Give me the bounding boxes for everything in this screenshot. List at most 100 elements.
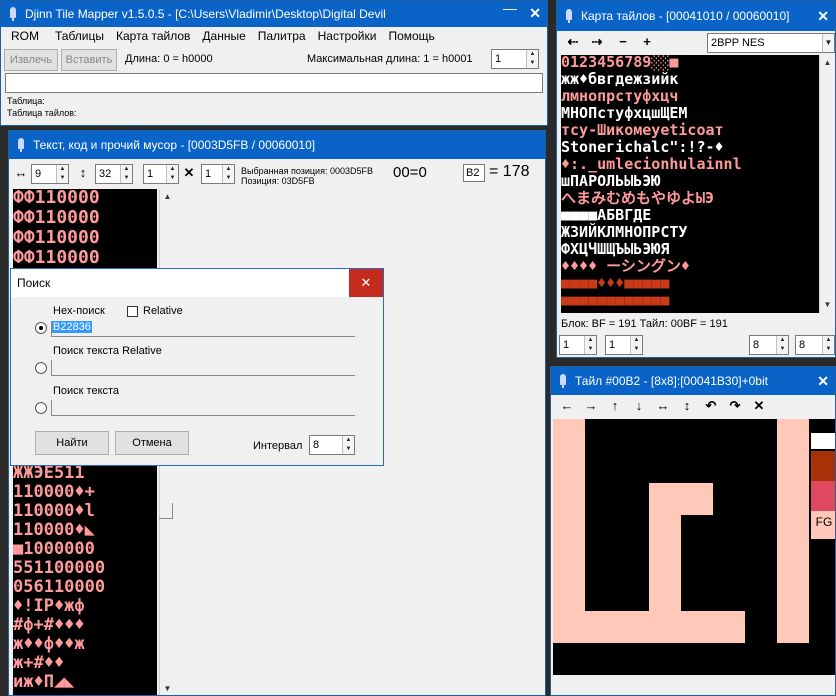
spin-arrows-icon[interactable]: ▲ ▼ bbox=[584, 336, 596, 354]
format-select[interactable]: 2BPP NES ▼ bbox=[707, 33, 835, 53]
pixel[interactable] bbox=[713, 419, 745, 451]
pixel[interactable] bbox=[681, 611, 713, 643]
pixel[interactable] bbox=[777, 579, 809, 611]
tile-tool-3-icon[interactable]: ↓ bbox=[627, 397, 651, 415]
pixel[interactable] bbox=[553, 579, 585, 611]
text-search-input[interactable] bbox=[51, 400, 355, 416]
pixel[interactable] bbox=[585, 483, 617, 515]
spin-arrows-icon[interactable]: ▲ ▼ bbox=[526, 50, 538, 68]
insert-button[interactable]: Вставить bbox=[61, 49, 117, 71]
text-title-bar[interactable]: Текст, код и прочий мусор - [0003D5FB / … bbox=[9, 131, 545, 159]
menu-help[interactable]: Помощь bbox=[382, 27, 440, 47]
pixel[interactable] bbox=[553, 515, 585, 547]
text-search-radio[interactable] bbox=[35, 402, 47, 414]
pixel[interactable] bbox=[777, 547, 809, 579]
spin-arrows-icon[interactable]: ▲ ▼ bbox=[166, 165, 178, 183]
palette-swatch-0[interactable] bbox=[811, 433, 835, 449]
pixel[interactable] bbox=[681, 547, 713, 579]
tilemap-spin-3[interactable]: 8 ▲ ▼ bbox=[749, 335, 789, 355]
pixel[interactable] bbox=[681, 483, 713, 515]
pixel[interactable] bbox=[681, 419, 713, 451]
tilemap-scrollbar[interactable]: ▲ ▼ bbox=[819, 55, 835, 313]
pixel[interactable] bbox=[681, 643, 713, 675]
pixel[interactable] bbox=[553, 547, 585, 579]
menu-data[interactable]: Данные bbox=[196, 27, 251, 47]
scroll-up-icon[interactable]: ▲ bbox=[160, 189, 175, 205]
hex-box[interactable]: B2 bbox=[463, 164, 485, 182]
menu-settings[interactable]: Настройки bbox=[312, 27, 383, 47]
pixel[interactable] bbox=[745, 547, 777, 579]
width-resize-icon[interactable]: ↔ bbox=[13, 166, 29, 180]
pixel[interactable] bbox=[713, 515, 745, 547]
pixel[interactable] bbox=[713, 611, 745, 643]
pixel[interactable] bbox=[585, 515, 617, 547]
pixel[interactable] bbox=[617, 547, 649, 579]
arrow-right-icon[interactable]: ⇢ bbox=[589, 35, 605, 49]
cancel-button[interactable]: Отмена bbox=[115, 431, 189, 455]
pixel[interactable] bbox=[681, 451, 713, 483]
spin-arrows-icon[interactable]: ▲ ▼ bbox=[630, 336, 642, 354]
pixel[interactable] bbox=[745, 483, 777, 515]
pixel[interactable] bbox=[553, 451, 585, 483]
palette-swatch-1[interactable] bbox=[811, 451, 835, 481]
pixel[interactable] bbox=[617, 515, 649, 547]
chevron-down-icon[interactable]: ▼ bbox=[822, 34, 834, 52]
pixel[interactable] bbox=[713, 547, 745, 579]
tile-tool-7-icon[interactable]: ↷ bbox=[723, 397, 747, 415]
pixel[interactable] bbox=[713, 451, 745, 483]
pixel[interactable] bbox=[585, 547, 617, 579]
pixel[interactable] bbox=[617, 483, 649, 515]
pixel[interactable] bbox=[745, 611, 777, 643]
pixel[interactable] bbox=[553, 611, 585, 643]
pixel[interactable] bbox=[585, 579, 617, 611]
spin-a[interactable]: 1 ▲ ▼ bbox=[143, 164, 179, 184]
spin-arrows-icon[interactable]: ▲ ▼ bbox=[56, 165, 68, 183]
pixel[interactable] bbox=[585, 611, 617, 643]
pixel[interactable] bbox=[617, 643, 649, 675]
width-spin[interactable]: 9 ▲ ▼ bbox=[31, 164, 69, 184]
pixel[interactable] bbox=[777, 515, 809, 547]
menu-rom[interactable]: ROM bbox=[1, 27, 49, 47]
pixel[interactable] bbox=[777, 611, 809, 643]
pixel[interactable] bbox=[617, 611, 649, 643]
palette-fg[interactable]: FG bbox=[811, 511, 835, 539]
spin-arrows-icon[interactable]: ▲ ▼ bbox=[342, 436, 354, 454]
tile-tool-6-icon[interactable]: ↶ bbox=[699, 397, 723, 415]
scroll-up-icon[interactable]: ▲ bbox=[820, 55, 835, 71]
pixel[interactable] bbox=[649, 611, 681, 643]
pixel[interactable] bbox=[585, 419, 617, 451]
pixel[interactable] bbox=[649, 547, 681, 579]
arrow-left-icon[interactable]: ⇠ bbox=[565, 35, 581, 49]
close-icon[interactable]: ✕ bbox=[817, 373, 829, 390]
pixel[interactable] bbox=[745, 643, 777, 675]
height-spin[interactable]: 32 ▲ ▼ bbox=[95, 164, 133, 184]
pixel[interactable] bbox=[649, 515, 681, 547]
spin-arrows-icon[interactable]: ▲ ▼ bbox=[120, 165, 132, 183]
tile-title-bar[interactable]: Тайл #00B2 - [8x8]:[00041B30]+0bit ✕ bbox=[551, 367, 835, 395]
hex-search-radio[interactable] bbox=[35, 322, 47, 334]
tilemap-spin-1[interactable]: 1 ▲ ▼ bbox=[559, 335, 597, 355]
tile-tool-1-icon[interactable]: → bbox=[579, 397, 603, 415]
relative-text-radio[interactable] bbox=[35, 362, 47, 374]
zoom-out-icon[interactable]: − bbox=[615, 35, 631, 49]
pixel[interactable] bbox=[553, 483, 585, 515]
close-icon[interactable]: ✕ bbox=[349, 269, 383, 297]
pixel[interactable] bbox=[649, 483, 681, 515]
tilemap-spin-2[interactable]: 1 ▲ ▼ bbox=[605, 335, 643, 355]
main-title-bar[interactable]: Djinn Tile Mapper v1.5.0.5 - [C:\Users\V… bbox=[1, 1, 547, 27]
relative-checkbox[interactable] bbox=[127, 306, 138, 317]
text-field[interactable] bbox=[5, 73, 543, 93]
pixel[interactable] bbox=[777, 419, 809, 451]
relative-text-input[interactable] bbox=[51, 360, 355, 376]
menu-tilemap[interactable]: Карта тайлов bbox=[110, 27, 196, 47]
find-button[interactable]: Найти bbox=[35, 431, 109, 455]
pixel[interactable] bbox=[649, 579, 681, 611]
palette-swatch-2[interactable] bbox=[811, 481, 835, 511]
zoom-in-icon[interactable]: + bbox=[639, 35, 655, 49]
pixel[interactable] bbox=[585, 451, 617, 483]
tilemap-view[interactable]: 0123456789░░■ жж♦бвгдежзийк лмнопрстуфхцч М… bbox=[561, 55, 819, 313]
hex-search-input[interactable]: B22836 bbox=[51, 321, 355, 337]
pixel[interactable] bbox=[777, 451, 809, 483]
pixel[interactable] bbox=[713, 579, 745, 611]
tile-tool-5-icon[interactable]: ↕ bbox=[675, 397, 699, 415]
